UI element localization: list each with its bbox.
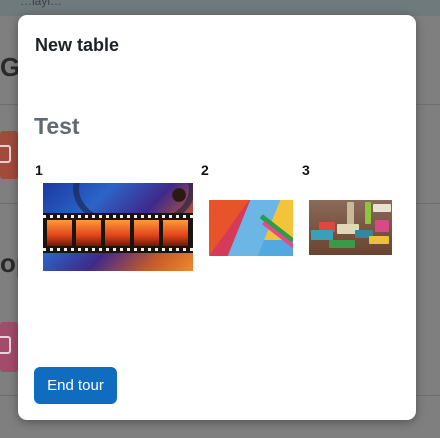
modal-title: New table: [35, 35, 120, 55]
end-tour-button[interactable]: End tour: [34, 367, 117, 404]
colored-paper-image: [209, 200, 293, 256]
film-strip-image: [43, 183, 193, 271]
background-activity-icon: [0, 322, 18, 372]
background-topbar: …layi…: [0, 0, 440, 16]
column-number-2: 2: [201, 162, 209, 178]
palm-tree-shape: [171, 187, 187, 207]
background-activity-icon: [0, 131, 18, 179]
background-topbar-text: …layi…: [20, 0, 63, 8]
film-strip-shape: [43, 213, 193, 253]
tour-modal: New table Test 1 2 3 End tour: [18, 15, 416, 420]
wooden-blocks-image: [309, 200, 392, 255]
table-title: Test: [34, 113, 80, 139]
column-number-3: 3: [302, 162, 310, 178]
column-number-1: 1: [35, 162, 43, 178]
